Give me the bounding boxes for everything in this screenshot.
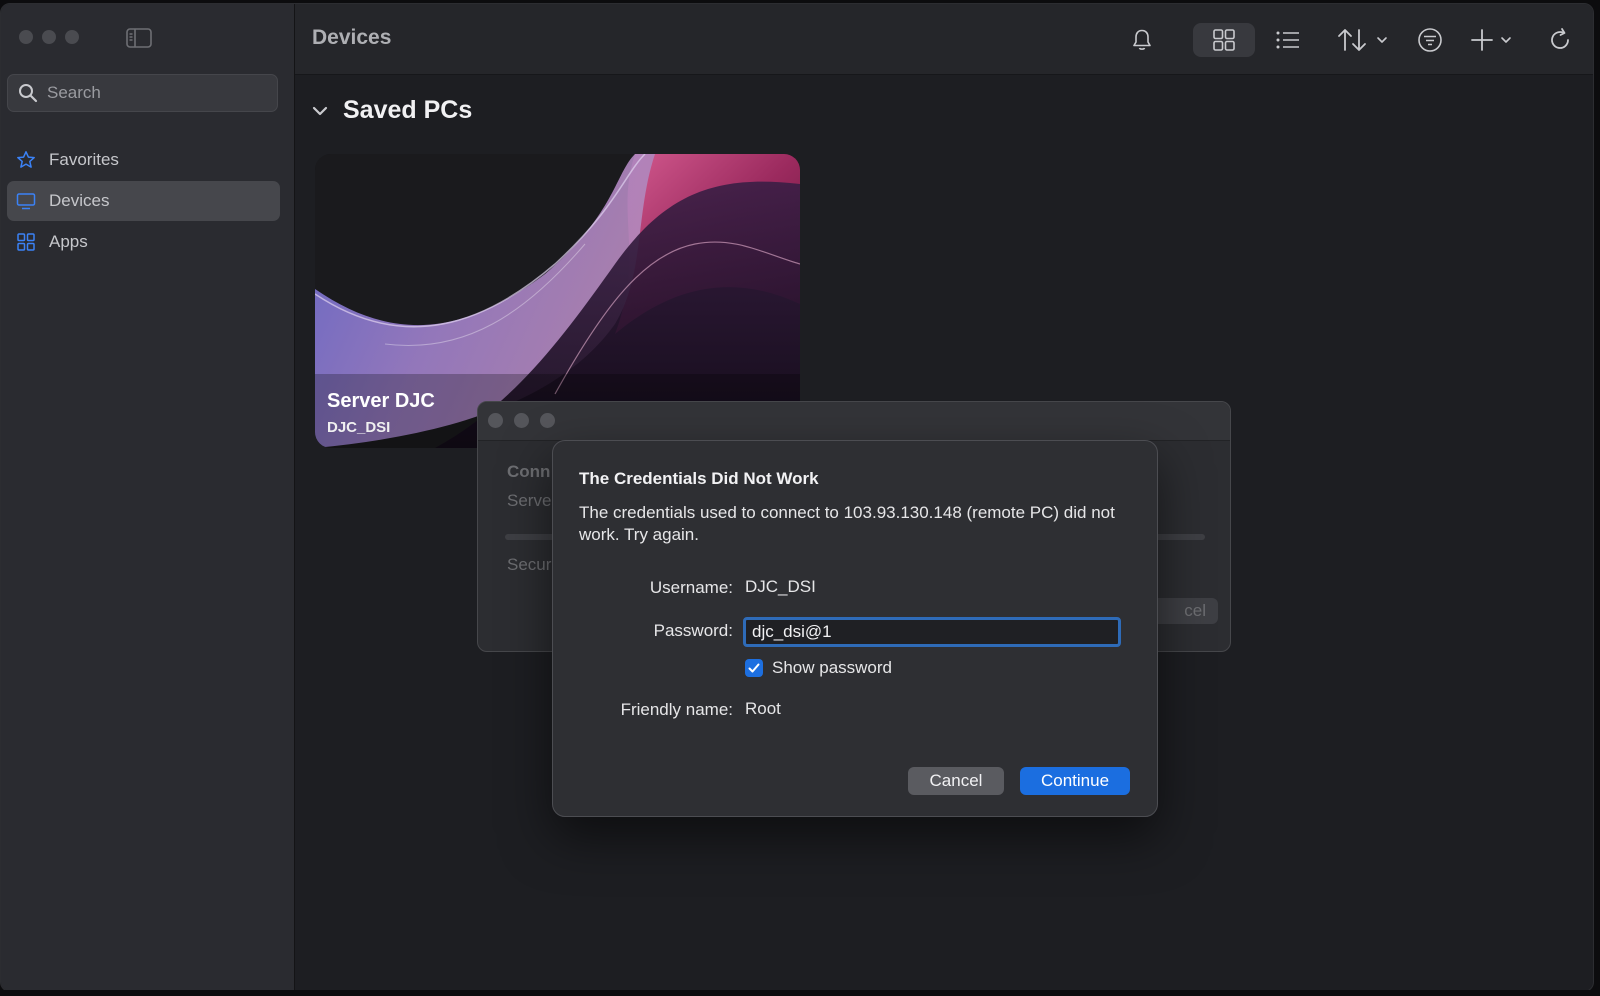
minimize-window-button[interactable] <box>42 30 56 44</box>
sidebar-item-label: Devices <box>49 191 110 210</box>
sheet-zoom-button[interactable] <box>540 413 555 428</box>
sheet-status-text: Serve <box>507 491 552 510</box>
sidebar-nav: Favorites Devices Apps <box>7 140 280 263</box>
device-username: DJC_DSI <box>327 419 391 436</box>
sheet-status-title: Conn <box>507 462 551 481</box>
app-window: Favorites Devices Apps <box>0 3 1594 992</box>
username-value: DJC_DSI <box>745 577 816 596</box>
dialog-message: The credentials used to connect to 103.9… <box>579 503 1115 544</box>
sidebar-item-apps[interactable]: Apps <box>7 222 280 262</box>
sheet-titlebar <box>478 402 1230 441</box>
refresh-button[interactable] <box>1545 23 1575 57</box>
desktop-edge <box>0 990 1600 996</box>
continue-button[interactable]: Continue <box>1020 767 1130 795</box>
sheet-window-controls <box>488 413 555 428</box>
sidebar: Favorites Devices Apps <box>1 4 295 991</box>
cancel-button[interactable]: Cancel <box>908 767 1004 795</box>
grid-view-button[interactable] <box>1193 23 1255 57</box>
apps-grid-icon <box>17 233 35 251</box>
sort-button[interactable] <box>1337 23 1395 57</box>
list-view-icon <box>1276 31 1299 49</box>
search-box[interactable] <box>7 74 278 112</box>
credentials-dialog: The Credentials Did Not Work The credent… <box>552 440 1158 817</box>
refresh-icon <box>1551 28 1569 49</box>
section-title: Saved PCs <box>343 96 473 124</box>
sidebar-item-favorites[interactable]: Favorites <box>7 140 280 180</box>
close-window-button[interactable] <box>19 30 33 44</box>
password-label: Password: <box>653 621 733 640</box>
friendly-name-value: Root <box>745 699 781 718</box>
star-icon <box>17 151 35 168</box>
page-title: Devices <box>312 26 392 49</box>
add-button[interactable] <box>1471 23 1521 57</box>
monitor-icon <box>16 193 36 210</box>
checkmark-icon <box>748 663 760 673</box>
sidebar-toggle-icon[interactable] <box>126 28 152 48</box>
sidebar-item-label: Apps <box>49 232 88 251</box>
show-password-label[interactable]: Show password <box>772 658 892 678</box>
list-view-button[interactable] <box>1273 23 1303 57</box>
sheet-cancel-button[interactable]: cel <box>1148 598 1218 624</box>
password-field[interactable] <box>743 617 1121 647</box>
sidebar-item-label: Favorites <box>49 150 119 169</box>
saved-pcs-header[interactable]: Saved PCs <box>311 96 472 125</box>
zoom-window-button[interactable] <box>65 30 79 44</box>
chevron-down-icon <box>312 106 328 115</box>
search-icon <box>19 84 38 103</box>
password-input[interactable] <box>750 621 1114 643</box>
window-controls <box>19 30 79 44</box>
sheet-security-text: Secur <box>507 555 552 574</box>
username-label: Username: <box>649 578 733 597</box>
sheet-minimize-button[interactable] <box>514 413 529 428</box>
bell-icon <box>1133 29 1151 50</box>
grid-view-icon <box>1213 29 1235 51</box>
sort-icon <box>1338 29 1387 51</box>
friendly-name-label: Friendly name: <box>620 700 733 719</box>
search-input[interactable] <box>45 82 269 104</box>
filter-button[interactable] <box>1415 23 1445 57</box>
device-name: Server DJC <box>327 390 435 412</box>
show-password-checkbox[interactable] <box>745 659 763 677</box>
sidebar-item-devices[interactable]: Devices <box>7 181 280 221</box>
add-icon <box>1471 29 1511 51</box>
filter-icon <box>1418 28 1442 52</box>
toolbar: Devices <box>295 4 1593 75</box>
notifications-button[interactable] <box>1127 23 1157 57</box>
dialog-title: The Credentials Did Not Work <box>579 469 819 488</box>
sheet-close-button[interactable] <box>488 413 503 428</box>
